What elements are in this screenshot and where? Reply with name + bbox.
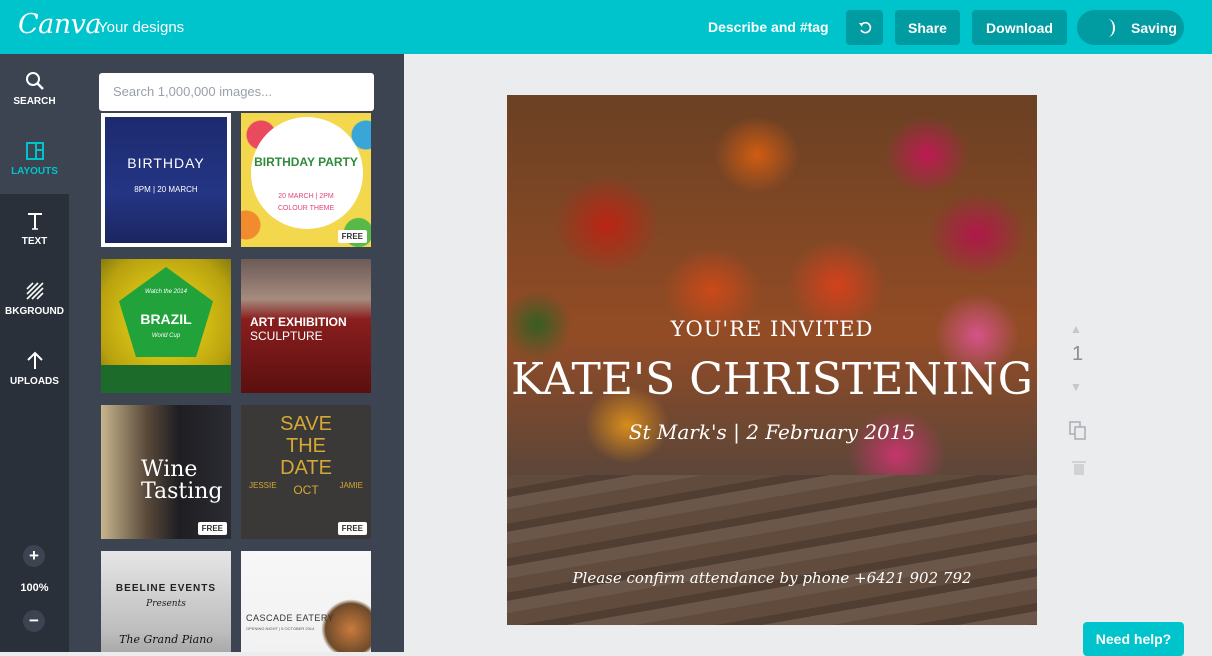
- image-search-input[interactable]: Search 1,000,000 images...: [99, 73, 374, 111]
- copy-page-icon[interactable]: [1069, 421, 1087, 446]
- background-icon: [25, 282, 44, 300]
- left-rail: SEARCH LAYOUTS TEXT BKGROUND UPLOADS + 1…: [0, 54, 69, 652]
- tile-sub: 8PM | 20 MARCH: [134, 185, 198, 194]
- christening-title[interactable]: KATE'S CHRISTENING: [507, 354, 1037, 405]
- layouts-icon: [25, 142, 44, 160]
- layout-tile-beeline-events[interactable]: BEELINE EVENTS Presents The Grand Piano: [101, 551, 231, 652]
- spinner-icon: [1101, 18, 1115, 37]
- tile-title: BEELINE EVENTS: [115, 583, 217, 594]
- layout-tile-wine-tasting[interactable]: Wine Tasting FREE: [101, 405, 231, 539]
- download-button[interactable]: Download: [972, 10, 1067, 45]
- layout-tile-birthday[interactable]: BIRTHDAY 8PM | 20 MARCH: [101, 113, 231, 247]
- minus-icon: −: [29, 611, 39, 630]
- layout-tile-art-exhibition[interactable]: ART EXHIBITION SCULPTURE: [241, 259, 371, 393]
- rail-item-layouts[interactable]: LAYOUTS: [0, 124, 69, 194]
- undo-icon: [858, 21, 871, 33]
- rail-label-background: BKGROUND: [5, 306, 64, 317]
- rail-item-uploads[interactable]: UPLOADS: [0, 334, 69, 404]
- tile-sub: Watch the 2014: [145, 289, 187, 295]
- zoom-in-button[interactable]: +: [23, 545, 45, 567]
- page-up-icon[interactable]: ▲: [1070, 322, 1082, 336]
- plus-icon: +: [29, 546, 39, 565]
- tile-sub: Presents: [146, 599, 186, 609]
- rail-item-background[interactable]: BKGROUND: [0, 264, 69, 334]
- describe-and-tag-link[interactable]: Describe and #tag: [708, 19, 829, 35]
- tile-sub: Tasting: [141, 479, 223, 504]
- saving-label: Saving: [1131, 19, 1177, 36]
- place-date-text[interactable]: St Mark's | 2 February 2015: [507, 420, 1037, 444]
- rsvp-text[interactable]: Please confirm attendance by phone +6421…: [507, 569, 1037, 587]
- need-help-button[interactable]: Need help?: [1083, 622, 1184, 656]
- layout-tile-save-the-date[interactable]: SAVE THE DATE JESSIE OCT JAMIE FREE: [241, 405, 371, 539]
- tile-circle: [251, 117, 363, 229]
- layout-tile-cascade-eatery[interactable]: CASCADE EATERY OPENING NIGHT | 5 OCTOBER…: [241, 551, 371, 652]
- search-icon: [25, 72, 44, 90]
- tile-title: ART EXHIBITION: [250, 315, 347, 329]
- design-canvas[interactable]: YOU'RE INVITED KATE'S CHRISTENING St Mar…: [507, 95, 1037, 625]
- layout-tile-birthday-party[interactable]: BIRTHDAY PARTY 20 MARCH | 2PM COLOUR THE…: [241, 113, 371, 247]
- rail-item-text[interactable]: TEXT: [0, 194, 69, 264]
- tile-title: SAVE THE DATE: [280, 413, 332, 479]
- page-number: 1: [1072, 343, 1084, 365]
- rail-item-search[interactable]: SEARCH: [0, 54, 69, 124]
- layouts-panel: Search 1,000,000 images... BIRTHDAY 8PM …: [69, 54, 404, 652]
- layout-tile-brazil[interactable]: Watch the 2014 BRAZIL World Cup: [101, 259, 231, 393]
- free-badge: FREE: [337, 230, 367, 243]
- zoom-level: 100%: [20, 582, 49, 594]
- tile-sub2: The Grand Piano: [119, 633, 213, 646]
- saving-status: Saving: [1077, 10, 1184, 45]
- rail-label-layouts: LAYOUTS: [11, 166, 58, 177]
- rail-label-text: TEXT: [21, 236, 48, 247]
- share-button[interactable]: Share: [895, 10, 960, 45]
- top-bar: Canva Your designs Describe and #tag Sha…: [0, 0, 1212, 54]
- upload-icon: [26, 351, 43, 369]
- free-badge: FREE: [197, 522, 227, 535]
- tile-title: BRAZIL: [140, 311, 192, 327]
- zoom-out-button[interactable]: −: [23, 610, 45, 632]
- tile-sub2: COLOUR THEME: [277, 205, 335, 212]
- tile-sub: OPENING NIGHT | 5 OCTOBER 2014: [246, 626, 315, 631]
- invited-text[interactable]: YOU'RE INVITED: [507, 317, 1037, 341]
- tile-title: BIRTHDAY PARTY: [254, 155, 358, 169]
- delete-page-icon[interactable]: [1072, 460, 1086, 481]
- rail-label-uploads: UPLOADS: [10, 376, 59, 387]
- tile-title: CASCADE EATERY: [246, 613, 335, 623]
- undo-button[interactable]: [846, 10, 883, 45]
- free-badge: FREE: [337, 522, 367, 535]
- tile-sub: 20 MARCH | 2PM: [278, 193, 334, 200]
- canva-logo[interactable]: Canva: [18, 9, 102, 40]
- tile-sub3: JAMIE: [339, 481, 363, 490]
- tile-footer: [101, 365, 231, 393]
- tile-sub2: World Cup: [151, 333, 181, 339]
- text-icon: [27, 213, 42, 230]
- your-designs-link[interactable]: Your designs: [98, 19, 184, 36]
- page-down-icon[interactable]: ▼: [1070, 380, 1082, 394]
- rail-label-search: SEARCH: [13, 96, 56, 107]
- tile-sub: SCULPTURE: [250, 329, 323, 343]
- tile-title: BIRTHDAY: [127, 155, 205, 171]
